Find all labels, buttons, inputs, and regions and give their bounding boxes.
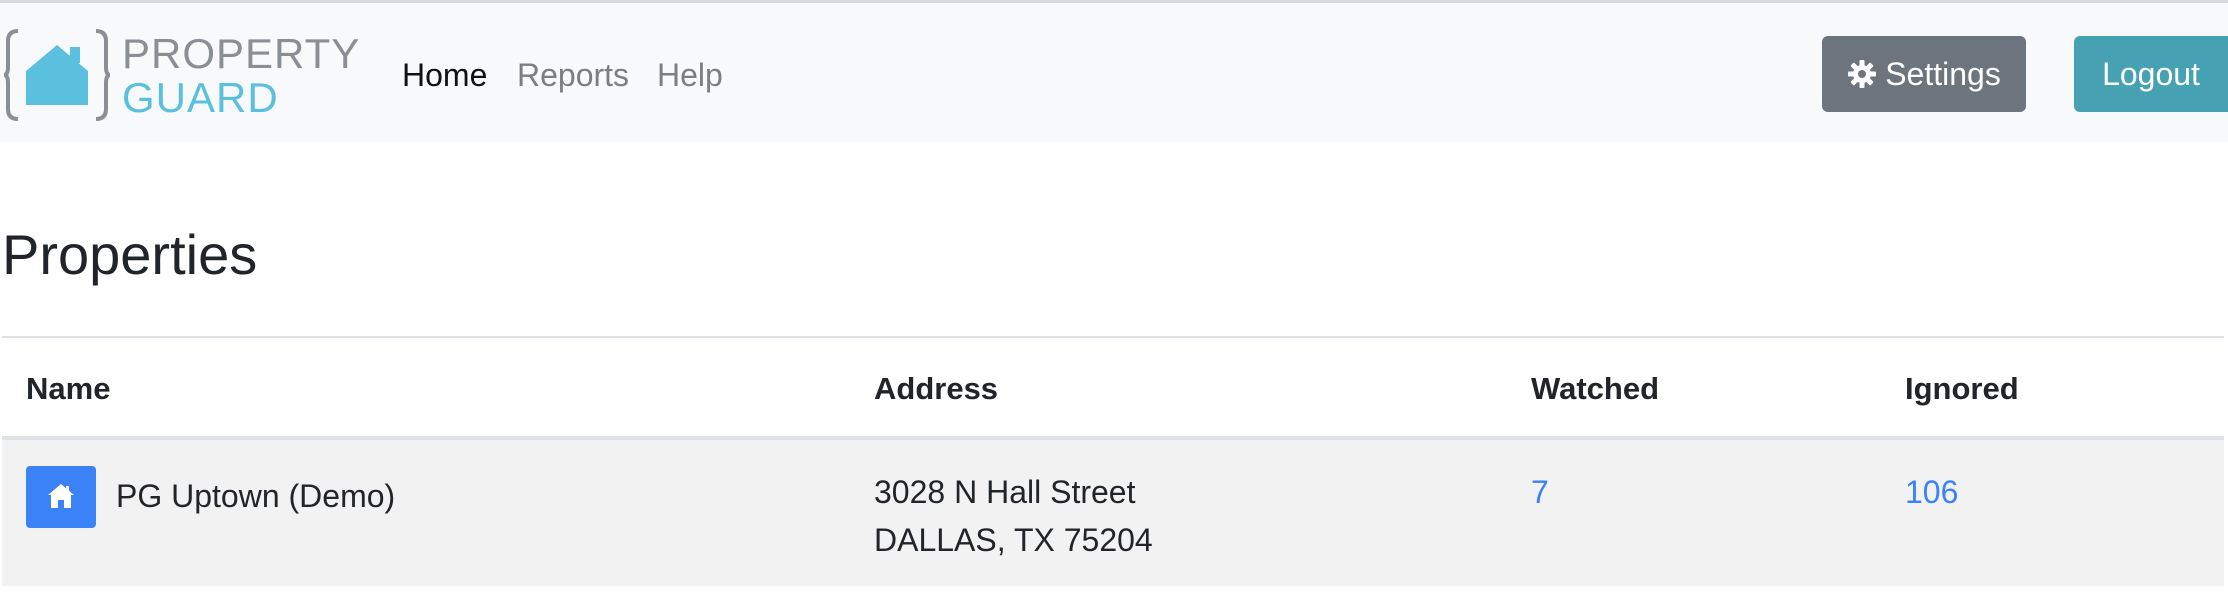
column-header-address: Address [874,371,999,406]
logout-button[interactable]: Logout [2074,36,2228,112]
column-header-watched: Watched [1531,371,1660,406]
ignored-count-link[interactable]: 106 [1905,472,1958,512]
house-logo-icon [4,29,111,121]
brand-logo[interactable]: PROPERTY GUARD [4,25,359,121]
gear-icon [1848,59,1877,88]
property-name[interactable]: PG Uptown (Demo) [116,476,395,516]
column-header-ignored: Ignored [1905,371,2019,406]
brand-line2: GUARD [122,74,279,121]
property-home-button[interactable] [26,466,96,528]
brand-line1: PROPERTY [122,30,361,77]
watched-count-link[interactable]: 7 [1531,472,1549,512]
home-icon [48,484,74,508]
nav-home[interactable]: Home [402,55,487,95]
nav-reports[interactable]: Reports [517,55,629,95]
page-title: Properties [2,223,258,286]
property-address-line2: DALLAS, TX 75204 [874,522,1153,558]
top-navbar: PROPERTY GUARD Home Reports Help Setting… [0,3,2228,142]
nav-help[interactable]: Help [657,55,723,95]
settings-label: Settings [1885,56,2001,92]
brand-wordmark: PROPERTY GUARD [122,33,360,119]
property-address-line1: 3028 N Hall Street [874,474,1136,510]
settings-button[interactable]: Settings [1822,36,2026,112]
column-header-name: Name [26,371,111,406]
table-header: Name Address Watched Ignored [2,338,2224,436]
table-row[interactable]: PG Uptown (Demo) 3028 N Hall Street DALL… [2,440,2224,586]
